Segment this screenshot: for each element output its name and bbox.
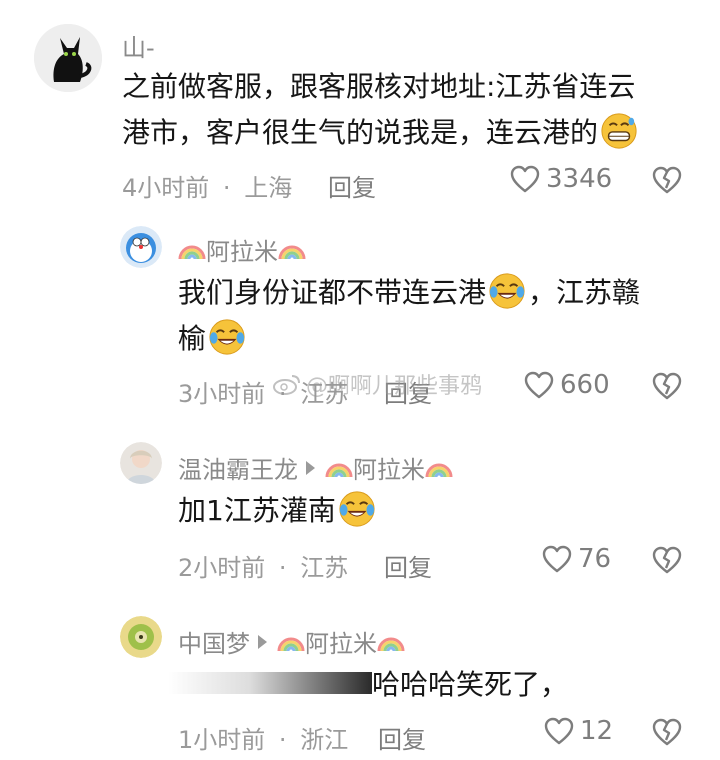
separator: ·: [278, 554, 287, 582]
comment-line-text: 加1江苏灌南: [178, 494, 336, 527]
reply-button[interactable]: 回复: [328, 168, 376, 203]
comment-text: 加1江苏灌南: [178, 488, 698, 534]
heart-icon: [524, 371, 554, 399]
username[interactable]: 阿拉米: [178, 232, 306, 267]
avatar[interactable]: [120, 442, 162, 484]
comment-line: 港市，客户很生气的说我是，连云港的: [122, 110, 702, 156]
rainbow-icon: [325, 457, 353, 479]
comment-line-text: 榆: [178, 322, 207, 355]
crying-laugh-emoji-icon: [338, 490, 376, 528]
comment-text: 之前做客服，跟客服核对地址:江苏省连云 港市，客户很生气的说我是，连云港的: [122, 64, 702, 156]
rainbow-icon: [277, 631, 305, 653]
reply-button[interactable]: 回复: [378, 720, 426, 755]
comment-line-text: ，江苏赣: [528, 276, 641, 309]
cat-avatar-icon: [34, 24, 102, 92]
avatar[interactable]: [120, 226, 162, 268]
comment-line: 加1江苏灌南: [178, 488, 698, 534]
heart-icon: [542, 545, 572, 573]
comment-meta: 4小时前 · 上海: [122, 168, 292, 203]
like-button[interactable]: 660: [524, 370, 610, 400]
separator: ·: [278, 726, 287, 754]
like-count: 12: [580, 716, 614, 746]
broken-heart-icon[interactable]: [652, 372, 682, 400]
username-text[interactable]: 山-: [122, 28, 155, 63]
comment-line-text: 我们身份证都不带连云港: [178, 276, 487, 309]
heart-icon: [544, 717, 574, 745]
username-text[interactable]: 中国梦: [178, 624, 250, 659]
watermark-text: @啊啊儿那些事鸦: [306, 374, 483, 399]
location: 江苏: [300, 554, 349, 582]
timestamp: 4小时前: [122, 174, 210, 202]
comment-meta: 2小时前 · 江苏: [178, 548, 348, 583]
grin-sweat-emoji-icon: [600, 112, 638, 150]
fruit-avatar-icon: [120, 616, 162, 658]
weibo-icon: [273, 375, 300, 395]
broken-heart-icon[interactable]: [652, 718, 682, 746]
doraemon-avatar-icon: [120, 226, 162, 268]
avatar[interactable]: [120, 616, 162, 658]
like-button[interactable]: 3346: [510, 164, 612, 194]
reply-arrow-icon: [258, 634, 267, 649]
comment-line: 之前做客服，跟客服核对地址:江苏省连云: [122, 70, 636, 103]
username[interactable]: 中国梦 阿拉米: [178, 624, 405, 659]
username[interactable]: 温油霸王龙 阿拉米: [178, 450, 453, 485]
like-button[interactable]: 76: [542, 544, 611, 574]
crying-laugh-emoji-icon: [208, 318, 246, 356]
reply-to-username[interactable]: 阿拉米: [353, 450, 425, 485]
username-text[interactable]: 阿拉米: [206, 232, 278, 267]
weibo-watermark: @啊啊儿那些事鸦: [272, 368, 482, 400]
rainbow-icon: [178, 239, 206, 261]
username-text[interactable]: 温油霸王龙: [178, 450, 298, 485]
crying-laugh-emoji-icon: [488, 272, 526, 310]
separator: ·: [222, 174, 231, 202]
location: 浙江: [300, 726, 349, 754]
broken-heart-icon[interactable]: [652, 166, 682, 194]
rainbow-icon: [377, 631, 405, 653]
like-count: 76: [578, 544, 612, 574]
avatar[interactable]: [34, 24, 102, 92]
person-avatar-icon: [120, 442, 162, 484]
broken-heart-icon[interactable]: [652, 546, 682, 574]
comment-line-text: 港市，客户很生气的说我是，连云港的: [122, 116, 599, 149]
rainbow-icon: [278, 239, 306, 261]
timestamp: 1小时前: [178, 726, 266, 754]
comment-text: 我们身份证都不带连云港 ，江苏赣 榆: [178, 270, 698, 362]
comment-line: 榆: [178, 316, 698, 362]
like-count: 3346: [546, 164, 613, 194]
comment-line: 我们身份证都不带连云港 ，江苏赣: [178, 270, 698, 316]
username[interactable]: 山-: [122, 28, 155, 63]
comment-line: 哈哈哈笑死了，: [372, 668, 569, 701]
location: 上海: [244, 174, 293, 202]
comment-meta: 1小时前 · 浙江: [178, 720, 348, 755]
reply-button[interactable]: 回复: [384, 548, 432, 583]
like-count: 660: [560, 370, 610, 400]
timestamp: 2小时前: [178, 554, 266, 582]
like-button[interactable]: 12: [544, 716, 613, 746]
timestamp: 3小时前: [178, 380, 266, 408]
reply-arrow-icon: [306, 460, 315, 475]
redacted-text: [168, 672, 372, 694]
rainbow-icon: [425, 457, 453, 479]
reply-to-username[interactable]: 阿拉米: [305, 624, 377, 659]
heart-icon: [510, 165, 540, 193]
comment-text: 哈哈哈笑死了，: [372, 662, 702, 708]
